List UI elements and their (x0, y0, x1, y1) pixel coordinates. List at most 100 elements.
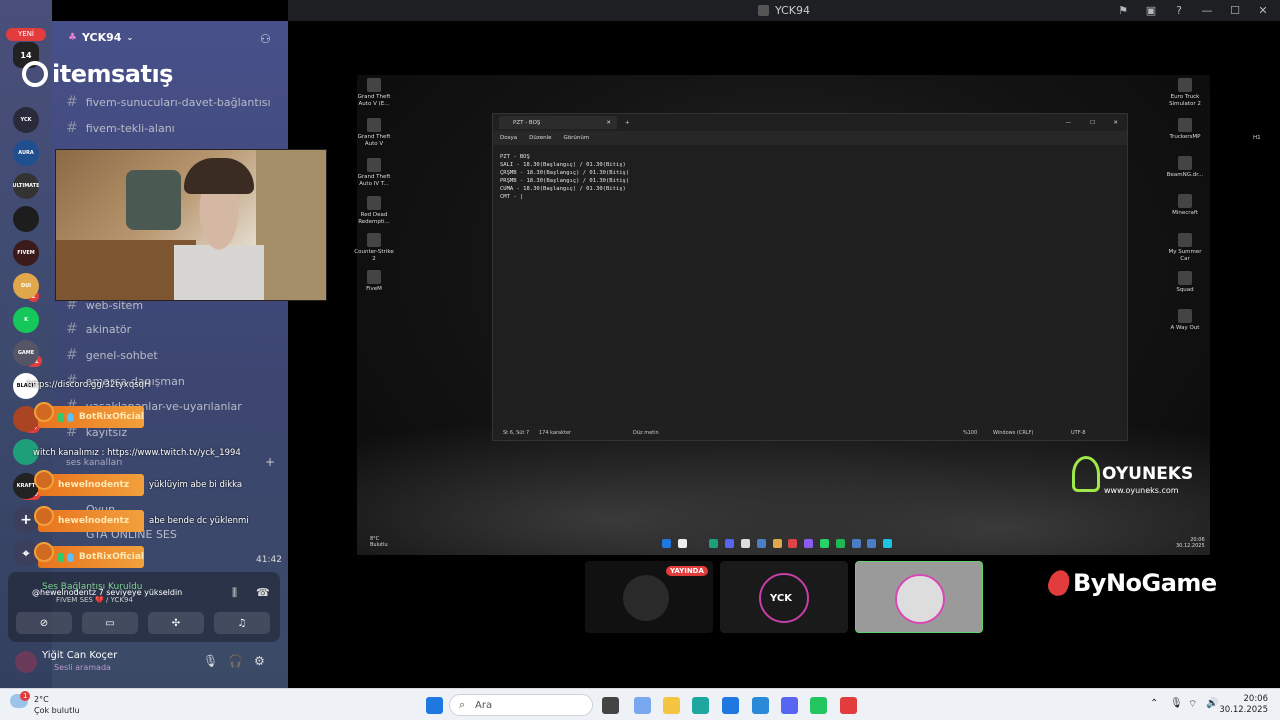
chat-message: BotRixOficial (34, 402, 144, 428)
disconnect-icon[interactable]: ☎ (256, 586, 270, 599)
chat-message-text: abe bende dc yüklenmi (149, 516, 249, 526)
server-icon[interactable]: ULTIMATE (13, 173, 39, 199)
server-icon[interactable]: FIVEM (13, 240, 39, 266)
channel-item[interactable]: # akinatör (66, 321, 131, 337)
desktop-icon[interactable]: Red Dead Redempti... (352, 196, 396, 226)
taskbar-app-icon[interactable] (752, 697, 769, 714)
user-status: Sesli aramada (54, 663, 111, 672)
add-channel-icon[interactable]: + (265, 455, 275, 469)
taskbar-app-icon[interactable] (634, 697, 651, 714)
taskbar-app-icon[interactable] (663, 697, 680, 714)
camera-off-button[interactable]: ⊘ (16, 612, 72, 634)
app-icon (367, 158, 381, 172)
microphone-icon[interactable]: 🎙 (1170, 698, 1183, 709)
chevron-up-icon[interactable]: ⌃ (1150, 698, 1158, 709)
soundboard-button[interactable]: ♫ (214, 612, 270, 634)
notepad-window: PZT - BOŞ ✕ + — ☐ ✕ Dosya Düzenle Görünü… (492, 113, 1261, 441)
close-button[interactable]: ✕ (1256, 3, 1270, 17)
desktop-icon-label: Counter-Strike 2 (354, 249, 394, 262)
server-icon[interactable]: GAME (13, 340, 39, 366)
channel-item[interactable]: # genel-sohbet (66, 347, 158, 363)
stream-taskbar-app-icon (725, 539, 735, 548)
server-header[interactable]: ♣ YCK94 ⌄ (68, 31, 133, 44)
itemsatis-logo: itemsatış (22, 60, 173, 88)
menu-view[interactable]: Görünüm (563, 135, 589, 141)
flag-icon[interactable]: ⚑ (1116, 3, 1130, 17)
settings-gear-icon[interactable]: ⚙ (254, 654, 265, 668)
heading-button[interactable]: H1 (1253, 135, 1261, 141)
desktop-icon[interactable]: Grand Theft Auto V (352, 118, 396, 148)
menu-file[interactable]: Dosya (500, 135, 517, 141)
participant-tile[interactable]: YCK (720, 561, 848, 633)
voice-connection-panel: Ses Bağlantısı Kuruldu @hewelnodentz 7 s… (8, 572, 280, 642)
desktop-icon[interactable]: Euro Truck Simulator 2 (1163, 78, 1207, 108)
desktop-icon[interactable]: A Way Out (1163, 309, 1207, 332)
taskbar-search[interactable]: ⌕ Ara (449, 694, 593, 716)
desktop-icon[interactable]: FiveM (352, 270, 396, 293)
chat-message-text: yüklüyim abe bi dikka (149, 480, 243, 490)
inbox-icon[interactable]: ▣ (1144, 3, 1158, 17)
desktop-icon[interactable]: Grand Theft Auto IV T... (352, 158, 396, 188)
close-button[interactable]: ✕ (1113, 120, 1118, 126)
channel-item[interactable]: # fivem-sunucuları-davet-bağlantısı (66, 94, 271, 110)
taskbar-app-icon[interactable] (810, 697, 827, 714)
taskbar-app-icon[interactable] (781, 697, 798, 714)
avatar (34, 506, 54, 526)
app-icon (367, 118, 381, 132)
verified-icon (67, 412, 74, 422)
desktop-icon[interactable]: Squad (1163, 271, 1207, 294)
taskbar-app-icon[interactable] (602, 697, 619, 714)
chevron-down-icon: ⌄ (126, 33, 134, 42)
avatar (34, 542, 54, 562)
stream-weather: 8°C Bulutlu (370, 536, 388, 548)
menu-edit[interactable]: Düzenle (529, 135, 551, 141)
start-icon[interactable] (426, 697, 443, 714)
voice-channel-path: FIVEM SES 💔 / YCK94 (56, 596, 133, 604)
windows-taskbar: 1 2°C Çok bulutlu ⌕ Ara ⌃ 🎙 ⌔ 🔊 20:06 30.1… (0, 688, 1280, 720)
taskbar-app-icon[interactable] (840, 697, 857, 714)
taskbar-app-icon[interactable] (692, 697, 709, 714)
desktop-icon[interactable]: Grand Theft Auto V (E... (352, 78, 396, 108)
close-tab-icon[interactable]: ✕ (606, 120, 611, 126)
minimize-button[interactable]: — (1066, 120, 1072, 126)
bynogame-logo-icon (1045, 567, 1073, 599)
taskbar-app-icon[interactable] (722, 697, 739, 714)
weather-widget[interactable]: 2°C Çok bulutlu (34, 694, 80, 716)
server-icon[interactable]: YCK (13, 107, 39, 133)
avatar[interactable] (15, 651, 37, 673)
microphone-icon[interactable]: 🎙 (203, 654, 218, 668)
invite-people-icon[interactable]: ⚇ (260, 32, 271, 46)
desktop-icon-label: A Way Out (1170, 325, 1200, 331)
noise-suppression-icon[interactable]: ⫼ (232, 586, 237, 600)
channel-item[interactable]: # fivem-tekli-alanı (66, 120, 175, 136)
activities-button[interactable]: ✣ (148, 612, 204, 634)
desktop-icon-label: BeamNG.dr... (1166, 172, 1204, 178)
server-icon[interactable] (13, 206, 39, 232)
notepad-text-area[interactable]: PZT - BOŞ SALI - 18.30(Başlangıç) / 01.3… (493, 145, 1127, 209)
taskbar-clock[interactable]: 20:06 30.12.2025 (1219, 694, 1268, 716)
headphones-icon[interactable]: 🎧 (228, 654, 243, 668)
participant-tile[interactable]: YAYINDA (585, 561, 713, 633)
hash-icon: # (66, 321, 78, 337)
voice-category[interactable]: ses kanalları (66, 458, 122, 468)
avatar (34, 402, 54, 422)
new-tab-icon[interactable]: + (625, 120, 630, 126)
wifi-icon[interactable]: ⌔ (1188, 698, 1197, 711)
server-icon[interactable]: AURA (13, 140, 39, 166)
minimize-button[interactable]: — (1200, 3, 1214, 17)
desktop-icon[interactable]: Counter-Strike 2 (352, 233, 396, 263)
maximize-button[interactable]: ☐ (1228, 3, 1242, 17)
app-icon (1178, 271, 1192, 285)
participant-tile[interactable] (855, 561, 983, 633)
desktop-icon[interactable]: Minecraft (1163, 194, 1207, 217)
notepad-tab[interactable]: PZT - BOŞ ✕ (499, 116, 617, 129)
server-icon[interactable]: DUI (13, 273, 39, 299)
server-icon[interactable]: K (13, 307, 39, 333)
volume-icon[interactable]: 🔊 (1206, 698, 1218, 709)
maximize-button[interactable]: ☐ (1090, 120, 1095, 126)
help-icon[interactable]: ? (1172, 3, 1186, 17)
screen-share-button[interactable]: ▭ (82, 612, 138, 634)
desktop-icon[interactable]: TruckersMP (1163, 118, 1207, 141)
desktop-icon[interactable]: My Summer Car (1163, 233, 1207, 263)
desktop-icon[interactable]: BeamNG.dr... (1163, 156, 1207, 179)
